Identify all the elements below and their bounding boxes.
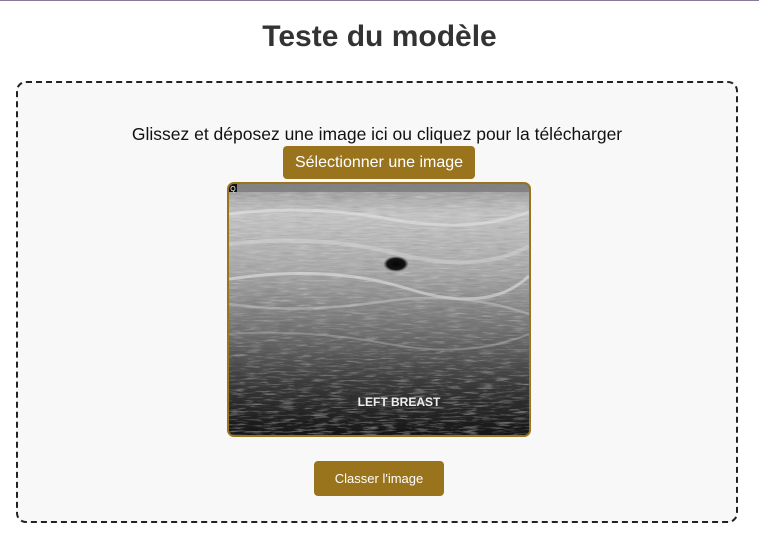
top-divider: [0, 0, 759, 1]
select-image-button[interactable]: Sélectionner une image: [283, 146, 475, 179]
classify-image-button[interactable]: Classer l'image: [314, 461, 444, 496]
corner-marker: Q: [230, 186, 236, 193]
ultrasound-image: Q LEFT BREAST: [229, 184, 529, 435]
page-title: Teste du modèle: [262, 20, 497, 53]
drop-instructions: Glissez et déposez une image ici ou cliq…: [131, 124, 623, 144]
image-preview: Q LEFT BREAST: [227, 182, 531, 437]
image-drop-zone[interactable]: Glissez et déposez une image ici ou cliq…: [16, 81, 738, 523]
preview-caption: LEFT BREAST: [358, 395, 441, 409]
